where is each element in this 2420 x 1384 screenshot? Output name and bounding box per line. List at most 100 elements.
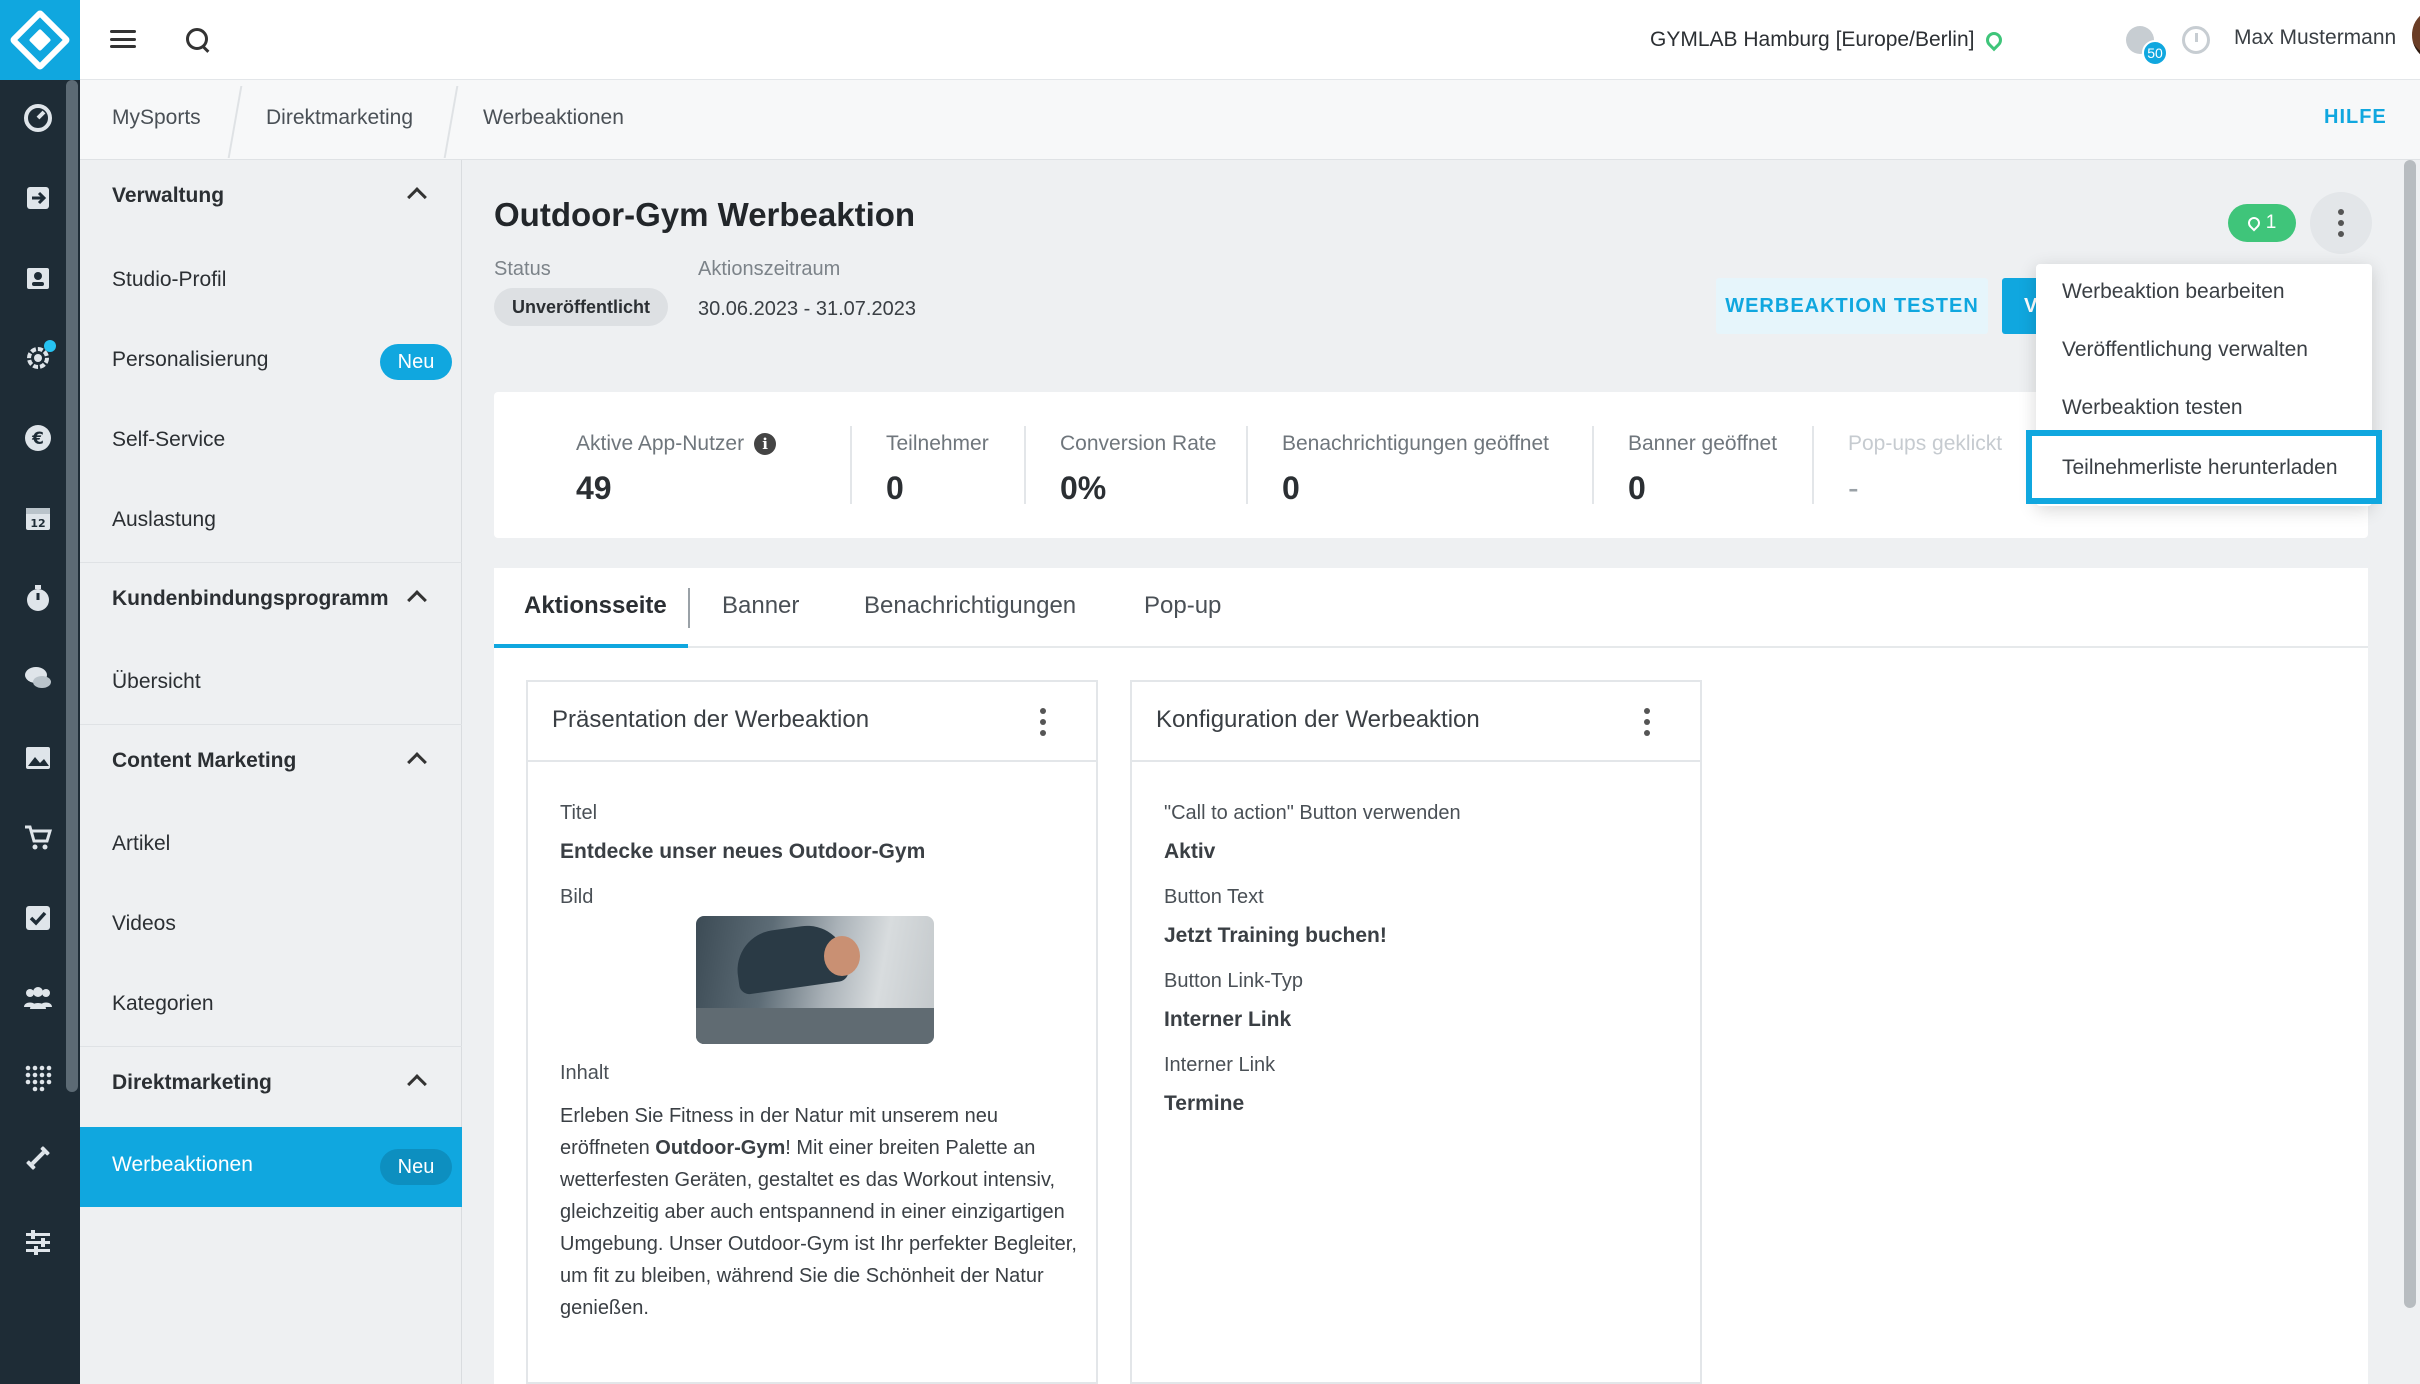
- stat-value: -: [1848, 470, 1859, 506]
- svg-text:€: €: [31, 429, 44, 449]
- menu-icon[interactable]: [110, 26, 136, 52]
- content-text: Erleben Sie Fitness in der Natur mit uns…: [560, 1105, 1077, 1319]
- section-title: Verwaltung: [112, 184, 225, 207]
- sidebar-item-label: Werbeaktionen: [112, 1153, 253, 1176]
- campaign-image[interactable]: [696, 916, 934, 1044]
- menu-item-manage-publication[interactable]: Veröffentlichung verwalten: [2036, 322, 2372, 380]
- field-label: Bild: [560, 886, 594, 908]
- notifications-icon[interactable]: 50: [2126, 26, 2168, 66]
- sidebar-item-videos[interactable]: Videos: [80, 886, 462, 966]
- menu-item-label: Teilnehmerliste herunterladen: [2062, 456, 2338, 479]
- stat-divider: [1812, 426, 1814, 504]
- kebab-dot: [1644, 708, 1650, 714]
- stopwatch-icon[interactable]: [18, 578, 58, 618]
- chevron-up-icon: [407, 1074, 427, 1094]
- sidebar: Verwaltung Studio-Profil Personalisierun…: [80, 160, 462, 1384]
- chat-icon[interactable]: [18, 658, 58, 698]
- settings-cog-icon[interactable]: [18, 338, 58, 378]
- sidebar-item-artikel[interactable]: Artikel: [80, 806, 462, 886]
- search-icon[interactable]: [184, 26, 212, 54]
- image-icon[interactable]: [18, 738, 58, 778]
- sidebar-section-direktmarketing[interactable]: Direktmarketing: [80, 1046, 462, 1118]
- section-title: Kundenbindungsprogramm: [112, 587, 389, 610]
- sidebar-section-content-marketing[interactable]: Content Marketing: [80, 724, 462, 796]
- app-logo[interactable]: [0, 0, 80, 80]
- card-header: Präsentation der Werbeaktion: [528, 682, 1096, 762]
- dumbbell-icon[interactable]: [18, 1138, 58, 1178]
- new-badge: Neu: [380, 1149, 452, 1185]
- chevron-up-icon: [407, 187, 427, 207]
- location-pin-icon: [2245, 214, 2263, 232]
- tab-aktionsseite[interactable]: Aktionsseite: [524, 592, 667, 620]
- breadcrumb-separator: [227, 86, 243, 158]
- checkbox-icon[interactable]: [18, 898, 58, 938]
- clock-icon[interactable]: [2182, 26, 2210, 54]
- avatar[interactable]: [2410, 6, 2420, 64]
- page-scrollbar[interactable]: [2404, 160, 2416, 1308]
- status-label: Status: [494, 258, 551, 280]
- kebab-dot: [2338, 209, 2344, 215]
- contacts-icon[interactable]: [18, 258, 58, 298]
- menu-item-label: Werbeaktion bearbeiten: [2062, 280, 2285, 303]
- test-campaign-button[interactable]: WERBEAKTION TESTEN: [1716, 278, 1988, 334]
- card-header: Konfiguration der Werbeaktion: [1132, 682, 1700, 762]
- field-value: Entdecke unser neues Outdoor-Gym: [560, 840, 926, 863]
- sidebar-section-verwaltung[interactable]: Verwaltung: [80, 160, 462, 232]
- kebab-dot: [1644, 730, 1650, 736]
- breadcrumb-separator: [443, 86, 459, 158]
- tab-banner[interactable]: Banner: [722, 592, 799, 620]
- stat-divider: [1592, 426, 1594, 504]
- field-value: Interner Link: [1164, 1008, 1292, 1031]
- sidebar-item-uebersicht[interactable]: Übersicht: [80, 644, 462, 724]
- card-menu-button[interactable]: [1644, 708, 1650, 736]
- chevron-up-icon: [407, 590, 427, 610]
- cart-icon[interactable]: [18, 818, 58, 858]
- sidebar-item-self-service[interactable]: Self-Service: [80, 402, 462, 482]
- help-link[interactable]: HILFE: [2324, 106, 2387, 129]
- field-label: Button Link-Typ: [1164, 970, 1303, 992]
- dashboard-icon[interactable]: [18, 98, 58, 138]
- sidebar-item-studio-profil[interactable]: Studio-Profil: [80, 242, 462, 322]
- info-icon[interactable]: i: [754, 433, 777, 456]
- username[interactable]: Max Mustermann: [2234, 26, 2396, 50]
- section-title: Direktmarketing: [112, 1071, 272, 1094]
- kebab-dot: [2338, 231, 2344, 237]
- stat-value: 0%: [1060, 470, 1107, 506]
- card-title: Konfiguration der Werbeaktion: [1156, 706, 1480, 733]
- euro-icon[interactable]: €: [18, 418, 58, 458]
- menu-item-download-participant-list[interactable]: Teilnehmerliste herunterladen: [2026, 430, 2382, 504]
- stat-divider: [850, 426, 852, 504]
- group-icon[interactable]: [18, 978, 58, 1018]
- location-count-badge[interactable]: 1: [2228, 204, 2296, 242]
- sidebar-item-kategorien[interactable]: Kategorien: [80, 966, 462, 1046]
- breadcrumb-item-mysports[interactable]: MySports: [112, 106, 201, 130]
- sidebar-item-personalisierung[interactable]: Personalisierung Neu: [80, 322, 462, 402]
- kebab-dot: [1040, 730, 1046, 736]
- menu-item-edit-campaign[interactable]: Werbeaktion bearbeiten: [2036, 264, 2372, 322]
- card-menu-button[interactable]: [1040, 708, 1046, 736]
- sidebar-item-werbeaktionen[interactable]: Werbeaktionen Neu: [80, 1127, 462, 1207]
- sliders-icon[interactable]: [18, 1222, 58, 1262]
- notification-count-badge: 50: [2142, 40, 2168, 66]
- top-bar: GYMLAB Hamburg [Europe/Berlin] 50 Max Mu…: [80, 0, 2420, 80]
- menu-item-label: Veröffentlichung verwalten: [2062, 338, 2308, 361]
- page-title: Outdoor-Gym Werbeaktion: [494, 196, 916, 233]
- rail-scrollbar[interactable]: [66, 80, 78, 1092]
- tab-popup[interactable]: Pop-up: [1144, 592, 1221, 620]
- sidebar-item-label: Studio-Profil: [112, 268, 227, 291]
- more-actions-button[interactable]: [2310, 192, 2372, 254]
- sidebar-section-kundenbindungsprogramm[interactable]: Kundenbindungsprogramm: [80, 562, 462, 634]
- stat-label: Benachrichtigungen geöffnet: [1282, 432, 1549, 455]
- sidebar-item-auslastung[interactable]: Auslastung: [80, 482, 462, 562]
- studio-selector[interactable]: GYMLAB Hamburg [Europe/Berlin]: [1650, 22, 2006, 58]
- grid-dots-icon[interactable]: [18, 1058, 58, 1098]
- tab-benachrichtigungen[interactable]: Benachrichtigungen: [864, 592, 1076, 620]
- breadcrumb-item-werbeaktionen: Werbeaktionen: [483, 106, 624, 129]
- kebab-dot: [1040, 719, 1046, 725]
- breadcrumb-item-direktmarketing[interactable]: Direktmarketing: [266, 106, 413, 130]
- tab-bar: Aktionsseite Banner Benachrichtigungen P…: [494, 568, 2368, 648]
- chevron-up-icon: [407, 752, 427, 772]
- calendar-icon[interactable]: 12: [18, 498, 58, 538]
- stat-label: Conversion Rate: [1060, 432, 1217, 455]
- login-icon[interactable]: [18, 178, 58, 218]
